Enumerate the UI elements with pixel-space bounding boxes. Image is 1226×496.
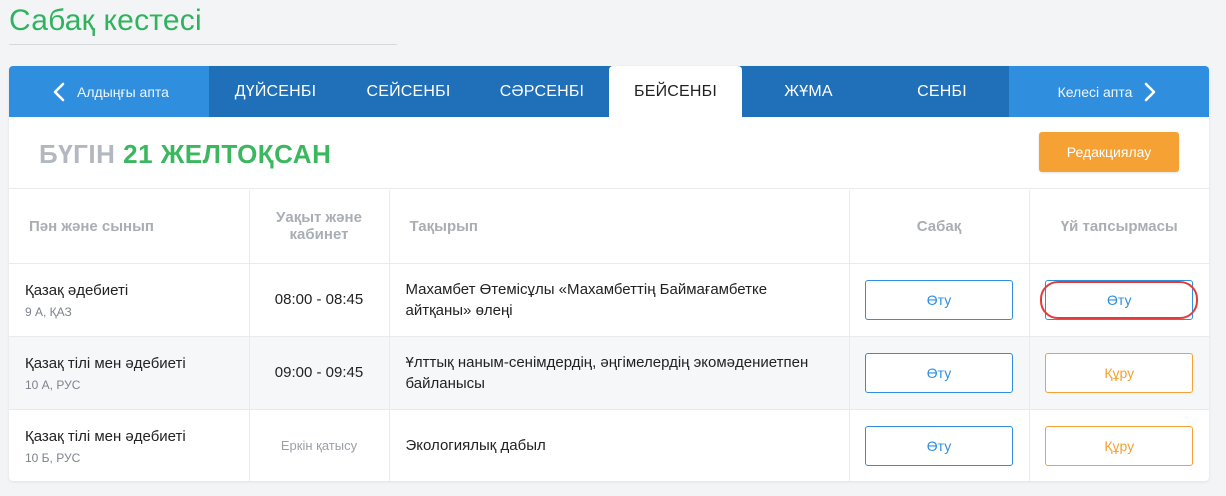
header-homework: Үй тапсырмасы	[1029, 190, 1209, 264]
schedule-card: Алдыңғы апта ДҮЙСЕНБІ СЕЙСЕНБІ СӘРСЕНБІ …	[9, 66, 1209, 481]
edit-button[interactable]: Редакциялау	[1039, 132, 1179, 172]
topic-cell: Махамбет Өтемісұлы «Махамбеттің Баймағам…	[389, 263, 850, 337]
header-subject: Пән және сынып	[9, 190, 250, 264]
header-lesson: Сабақ	[849, 190, 1030, 264]
tab-friday[interactable]: ЖҰМА	[742, 66, 875, 117]
time-cell: 09:00 - 09:45	[249, 336, 390, 410]
tab-thursday[interactable]: БЕЙСЕНБІ	[609, 66, 742, 117]
topic-cell: Экологиялық дабыл	[389, 409, 850, 481]
day-tabs: ДҮЙСЕНБІ СЕЙСЕНБІ СӘРСЕНБІ БЕЙСЕНБІ ЖҰМА…	[209, 66, 1009, 117]
next-week-label: Келесі апта	[1057, 83, 1133, 100]
previous-week-label: Алдыңғы апта	[77, 83, 169, 100]
tab-wednesday[interactable]: СӘРСЕНБІ	[475, 66, 609, 117]
lesson-cell: Өту	[849, 336, 1030, 410]
subject-cell: Қазақ әдебиеті 9 А, ҚАЗ	[9, 263, 250, 337]
lesson-go-button[interactable]: Өту	[865, 279, 1013, 320]
subject-cell: Қазақ тілі мен әдебиеті 10 А, РУС	[9, 336, 250, 410]
today-date: 21 ЖЕЛТОҚСАН	[123, 139, 332, 169]
homework-go-button[interactable]: Өту	[1045, 279, 1194, 320]
schedule-table: Пән және сынып Уақыт және кабинет Тақыры…	[9, 190, 1209, 481]
subject-name: Қазақ әдебиеті	[25, 281, 129, 299]
header-topic: Тақырып	[389, 190, 850, 264]
class-name: 9 А, ҚАЗ	[25, 304, 72, 319]
subject-name: Қазақ тілі мен әдебиеті	[25, 427, 186, 445]
homework-create-button[interactable]: Құру	[1045, 352, 1194, 393]
header-time: Уақыт және кабинет	[249, 190, 390, 264]
lesson-cell: Өту	[849, 409, 1030, 481]
subject-cell: Қазақ тілі мен әдебиеті 10 Б, РУС	[9, 409, 250, 481]
table-row: Қазақ тілі мен әдебиеті 10 А, РУС 09:00 …	[9, 336, 1209, 410]
class-name: 10 Б, РУС	[25, 450, 81, 465]
table-row: Қазақ әдебиеті 9 А, ҚАЗ 08:00 - 08:45 Ма…	[9, 263, 1209, 337]
homework-cell: Құру	[1029, 409, 1209, 481]
chevron-left-icon	[49, 81, 71, 103]
lesson-go-button[interactable]: Өту	[865, 425, 1013, 466]
tab-monday[interactable]: ДҮЙСЕНБІ	[209, 66, 342, 117]
lesson-cell: Өту	[849, 263, 1030, 337]
homework-cell: Құру	[1029, 336, 1209, 410]
page-title: Сабақ кестесі	[9, 4, 202, 37]
class-name: 10 А, РУС	[25, 377, 81, 392]
tab-saturday[interactable]: СЕНБІ	[875, 66, 1009, 117]
topic-cell: Ұлттық наным-сенімдердің, әңгімелердің э…	[389, 336, 850, 410]
today-prefix: БҮГІН	[39, 139, 116, 169]
table-header-row: Пән және сынып Уақыт және кабинет Тақыры…	[9, 190, 1209, 264]
next-week-button[interactable]: Келесі апта	[1009, 66, 1209, 117]
highlighted-homework: Өту	[1040, 279, 1199, 320]
time-cell: 08:00 - 08:45	[249, 263, 390, 337]
chevron-right-icon	[1138, 81, 1160, 103]
page: Сабақ кестесі Алдыңғы апта ДҮЙСЕНБІ СЕЙС…	[0, 0, 1226, 496]
today-heading: БҮГІН 21 ЖЕЛТОҚСАН	[39, 139, 331, 170]
time-cell: Еркін қатысу	[249, 409, 390, 481]
today-header: БҮГІН 21 ЖЕЛТОҚСАН Редакциялау	[9, 117, 1209, 189]
week-nav: Алдыңғы апта ДҮЙСЕНБІ СЕЙСЕНБІ СӘРСЕНБІ …	[9, 66, 1209, 117]
previous-week-button[interactable]: Алдыңғы апта	[9, 66, 209, 117]
lesson-go-button[interactable]: Өту	[865, 352, 1013, 393]
subject-name: Қазақ тілі мен әдебиеті	[25, 354, 186, 372]
homework-cell: Өту	[1029, 263, 1209, 337]
title-divider	[9, 44, 397, 45]
tab-tuesday[interactable]: СЕЙСЕНБІ	[342, 66, 475, 117]
homework-create-button[interactable]: Құру	[1045, 425, 1194, 466]
table-row: Қазақ тілі мен әдебиеті 10 Б, РУС Еркін …	[9, 409, 1209, 481]
